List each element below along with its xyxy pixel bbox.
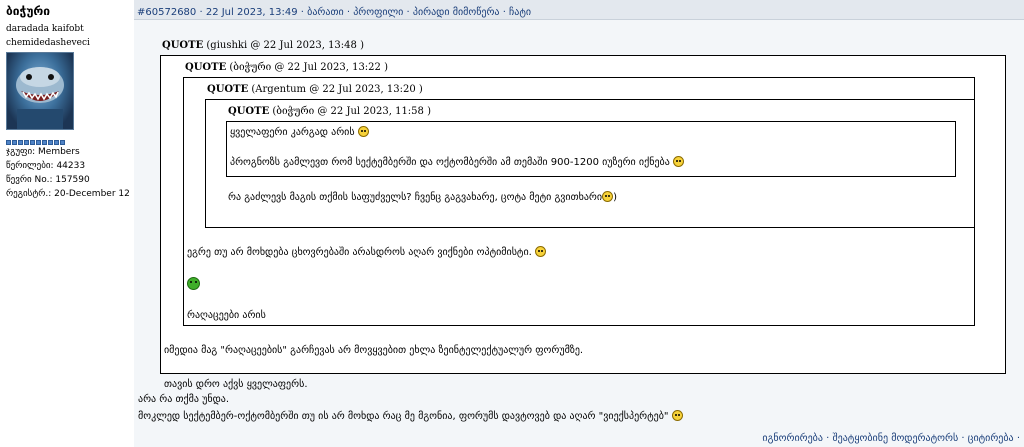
quote-1-box: QUOTE (ბიჭური @ 22 Jul 2023, 13:22 ) QUO…	[160, 55, 1006, 390]
smile-icon	[357, 126, 369, 137]
quote-link[interactable]: ციტირება	[968, 433, 1014, 444]
post-id-link[interactable]: #60572680	[137, 7, 196, 18]
report-moderator-link[interactable]: შეატყობინე მოდერატორს	[832, 433, 958, 444]
quote-4-line-2: პროგნოზს გამლევთ რომ სექტემბერში და ოქტო…	[230, 156, 684, 168]
post-header: #60572680 · 22 Jul 2023, 13:49 · ბარათი …	[134, 0, 1024, 20]
quote-3-text: რა გაძლევს მაგის თქმის საფუძველს? ჩვენც …	[228, 191, 617, 203]
wink-icon	[602, 191, 614, 202]
quote-2-line-1: ეგრე თუ არ მოხდება ცხოვრებაში არასდროს ა…	[187, 246, 547, 258]
green-smiley-icon	[187, 277, 200, 290]
quote-3-box: QUOTE (ბიჭური @ 22 Jul 2023, 11:58 ) ყვე…	[205, 99, 975, 228]
user-sidebar: ბიჭური daradada kaifobt chemidedasheveci…	[0, 0, 132, 447]
link-profile[interactable]: პროფილი	[353, 7, 403, 18]
link-private-message[interactable]: პირადი მიმოწერა	[413, 7, 500, 18]
quote-1-line-1: იმედია მაგ "რაღაცეების" გარჩევას არ მოვყ…	[164, 345, 584, 356]
stat-posts: წერილები: 44233	[6, 161, 86, 171]
quote-2-header: QUOTE (ბიჭური @ 22 Jul 2023, 13:22 )	[185, 62, 388, 73]
quote-3-header: QUOTE (Argentum @ 22 Jul 2023, 13:20 )	[207, 84, 423, 95]
post-line-2: მოკლედ სექტემბერ-ოქტომბერში თუ ის არ მოხ…	[138, 410, 683, 422]
quote-4-box: ყველაფერი კარგად არის პროგნოზს გამლევთ რ…	[226, 121, 956, 177]
stat-group: ჯგუფი: Members	[6, 147, 80, 157]
link-chat[interactable]: ჩატი	[509, 7, 531, 18]
laugh-icon	[672, 156, 684, 167]
smile-icon	[535, 246, 547, 257]
laugh-icon	[671, 410, 683, 421]
ignore-link[interactable]: იგნორირება	[762, 433, 823, 444]
username[interactable]: ბიჭური	[6, 4, 132, 18]
post-line-1: არა რა თქმა უნდა.	[138, 394, 230, 405]
stat-member-no: წევრი No.: 157590	[6, 175, 90, 185]
post-date: · 22 Jul 2023, 13:49 ·	[199, 7, 308, 18]
quote-4-header: QUOTE (ბიჭური @ 22 Jul 2023, 11:58 )	[228, 106, 431, 117]
quote-2-emoji-line	[187, 277, 200, 291]
stat-registered: რეგისტრ.: 20-December 12	[6, 189, 130, 199]
quote-2-line-2: რაღაცეები არის	[187, 310, 266, 321]
post-footer-links: იგნორირება · შეატყობინე მოდერატორს · ციტ…	[762, 433, 1020, 444]
quote-4-line-1: ყველაფერი კარგად არის	[230, 126, 369, 138]
quote-2-box: QUOTE (Argentum @ 22 Jul 2023, 13:20 ) Q…	[183, 77, 975, 326]
post-content: QUOTE (giushki @ 22 Jul 2023, 13:48 ) QU…	[134, 20, 1024, 447]
quote-1-line-2: თავის დრო აქვს ყველაფერს.	[164, 379, 308, 390]
user-title-2: chemidedasheveci	[6, 38, 90, 48]
shark-avatar-icon	[16, 67, 64, 129]
quote-1-header: QUOTE (giushki @ 22 Jul 2023, 13:48 )	[162, 40, 364, 51]
link-card[interactable]: ბარათი	[307, 7, 343, 18]
avatar	[6, 52, 74, 130]
user-title-1: daradada kaifobt	[6, 24, 84, 34]
